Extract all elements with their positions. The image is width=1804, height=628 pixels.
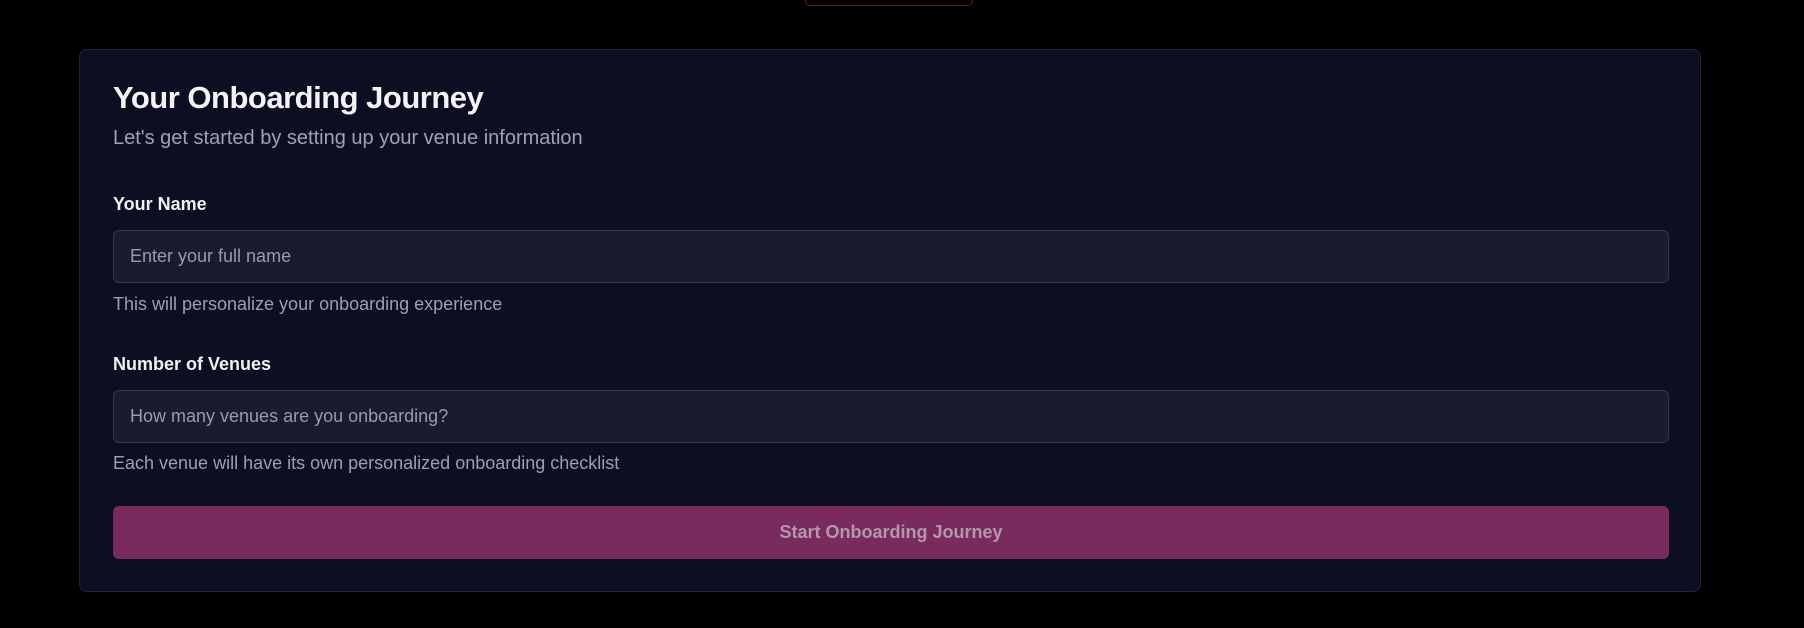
page-title: Your Onboarding Journey — [113, 80, 484, 115]
start-onboarding-button[interactable]: Start Onboarding Journey — [113, 506, 1669, 559]
name-label: Your Name — [113, 194, 207, 214]
venues-input[interactable] — [113, 390, 1669, 443]
venues-label: Number of Venues — [113, 354, 272, 374]
name-help-text: This will personalize your onboarding ex… — [113, 294, 503, 314]
page-subtitle: Let's get started by setting up your ven… — [113, 127, 583, 149]
top-button-edge[interactable] — [805, 0, 973, 6]
onboarding-card: Your Onboarding Journey Let's get starte… — [79, 49, 1701, 592]
name-input[interactable] — [113, 230, 1669, 283]
venues-help-text: Each venue will have its own personalize… — [113, 453, 620, 473]
